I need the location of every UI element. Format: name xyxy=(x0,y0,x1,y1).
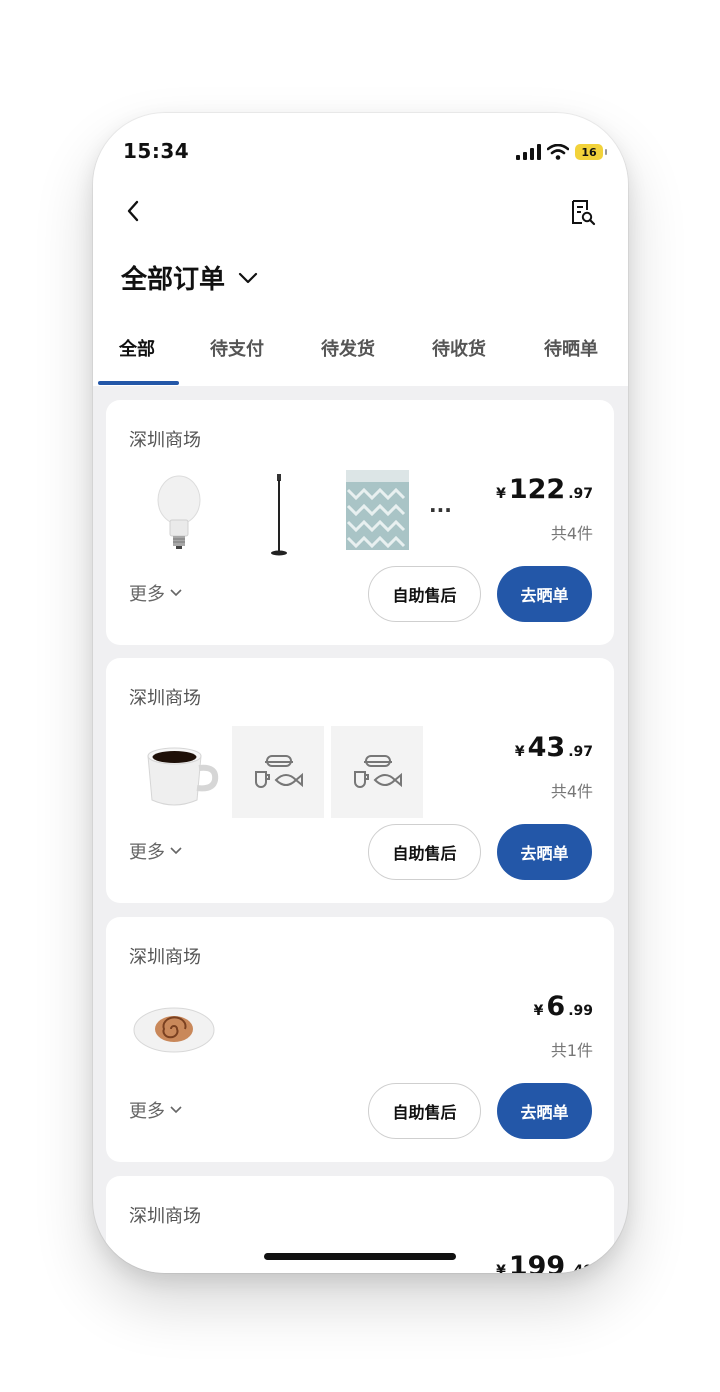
review-button[interactable]: 去晒单 xyxy=(497,566,592,622)
order-price: ¥ 6 .99 xyxy=(533,991,593,1022)
item-count: 共4件 xyxy=(550,782,593,801)
status-time: 15:34 xyxy=(123,139,190,163)
phone-screen: 15:34 16 全部订单 全部 待支付 待发货 待收货 待晒单 深圳商场 ··… xyxy=(93,113,628,1273)
more-toggle[interactable]: 更多 xyxy=(129,580,183,606)
header: 15:34 16 全部订单 全部 待支付 待发货 待收货 待晒单 xyxy=(93,113,628,386)
wifi-icon xyxy=(547,144,569,160)
coffee-cup-image xyxy=(147,747,219,806)
order-price: ¥ 43 .97 xyxy=(514,732,593,763)
page-title-dropdown[interactable]: 全部订单 xyxy=(121,259,259,296)
chevron-down-icon xyxy=(238,272,258,283)
home-indicator xyxy=(264,1253,456,1260)
tab-pending-receipt[interactable]: 待收货 xyxy=(432,335,486,361)
more-toggle[interactable]: 更多 xyxy=(129,1097,183,1123)
more-toggle[interactable]: 更多 xyxy=(129,838,183,864)
aftersale-button[interactable]: 自助售后 xyxy=(368,824,481,880)
floor-lamp-image xyxy=(271,474,287,556)
food-placeholder-icon xyxy=(255,755,303,788)
storage-bag-image xyxy=(346,470,409,550)
item-count: 共4件 xyxy=(550,524,593,543)
status-icons: 16 xyxy=(515,141,607,163)
bulb-image xyxy=(157,475,201,549)
more-items-ellipsis: ··· xyxy=(429,498,452,522)
order-price: ¥ 199 .49 xyxy=(496,1251,593,1273)
tab-pending-review[interactable]: 待晒单 xyxy=(544,335,598,361)
tab-pending-shipment[interactable]: 待发货 xyxy=(321,335,375,361)
tab-active-indicator xyxy=(98,381,179,385)
store-name: 深圳商场 xyxy=(129,947,201,968)
aftersale-button[interactable]: 自助售后 xyxy=(368,566,481,622)
tab-pending-payment[interactable]: 待支付 xyxy=(210,335,264,361)
food-placeholder-image xyxy=(232,726,324,818)
order-price: ¥ 122 .97 xyxy=(496,474,593,505)
chevron-down-icon xyxy=(170,847,182,855)
order-tabs: 全部 待支付 待发货 待收货 待晒单 xyxy=(93,335,628,367)
food-placeholder-image xyxy=(331,726,423,818)
review-button[interactable]: 去晒单 xyxy=(497,1083,592,1139)
battery-indicator: 16 xyxy=(575,144,607,160)
tab-all[interactable]: 全部 xyxy=(119,335,155,361)
review-button[interactable]: 去晒单 xyxy=(497,824,592,880)
store-name: 深圳商场 xyxy=(129,688,201,709)
back-icon[interactable] xyxy=(119,197,147,225)
store-name: 深圳商场 xyxy=(129,430,201,451)
search-order-icon[interactable] xyxy=(567,197,597,227)
signal-icon xyxy=(516,144,541,160)
order-card[interactable]: 深圳商场 ¥ 6 .99 共1件 更多 自助售后 去晒单 xyxy=(106,917,614,1162)
order-card[interactable]: 深圳商场 ··· ¥ 122 .97 共4件 更多 自助售后 去晒单 xyxy=(106,400,614,645)
order-card[interactable]: 深圳商场 ¥ 43 .97 共4件 更多 自助售后 去晒单 xyxy=(106,658,614,903)
item-count: 共1件 xyxy=(550,1041,593,1060)
chevron-down-icon xyxy=(170,589,182,597)
chevron-down-icon xyxy=(170,1106,182,1114)
store-name: 深圳商场 xyxy=(129,1206,201,1227)
cinnamon-roll-image xyxy=(133,1007,215,1053)
aftersale-button[interactable]: 自助售后 xyxy=(368,1083,481,1139)
page-title: 全部订单 xyxy=(121,265,226,295)
food-placeholder-icon xyxy=(354,755,402,788)
